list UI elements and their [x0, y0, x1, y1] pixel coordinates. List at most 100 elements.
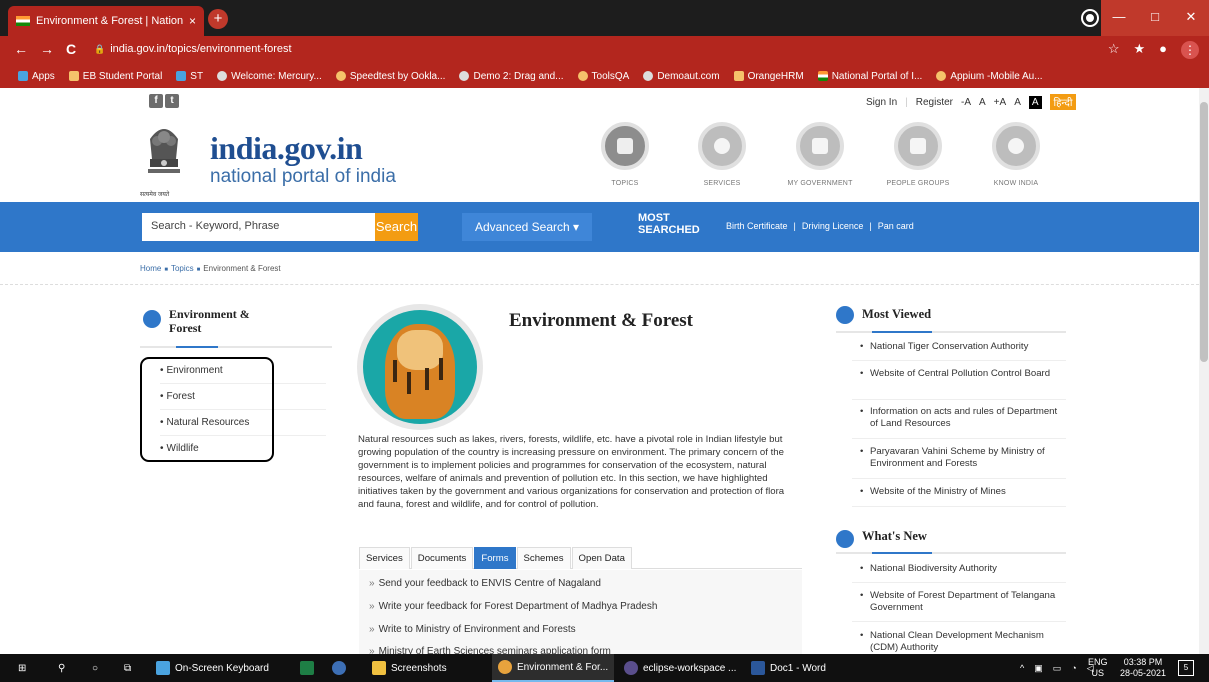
bookmark-item[interactable]: Demoaut.com	[643, 71, 720, 82]
tab-close-icon[interactable]: ×	[189, 14, 196, 28]
new-tab-button[interactable]: +	[208, 9, 228, 29]
notification-center-button[interactable]: 5	[1178, 660, 1194, 676]
government-building-icon	[796, 122, 844, 170]
contrast-normal-button[interactable]: A	[1014, 97, 1021, 108]
bookmark-item[interactable]: Appium -Mobile Au...	[936, 71, 1043, 82]
most-viewed-item[interactable]: Paryavaran Vahini Scheme by Ministry of …	[860, 446, 1065, 470]
taskbar-item-onscreen-keyboard[interactable]: On-Screen Keyboard	[150, 654, 275, 682]
network-icon[interactable]: ◔	[1071, 663, 1076, 673]
taskbar-item-screenshots[interactable]: Screenshots	[366, 654, 453, 682]
bookmark-item[interactable]: OrangeHRM	[733, 71, 804, 82]
bookmark-item[interactable]: EB Student Portal	[68, 71, 162, 82]
bookmark-item[interactable]: Demo 2: Drag and...	[459, 71, 564, 82]
highlight-annotation-box	[140, 357, 274, 462]
most-viewed-item[interactable]: Website of Central Pollution Control Boa…	[860, 368, 1065, 380]
twitter-icon[interactable]: t	[165, 94, 179, 108]
category-services[interactable]: SERVICES	[682, 122, 762, 187]
taskbar-item-excel[interactable]	[294, 654, 320, 682]
divider	[0, 284, 1199, 285]
pan-card-link[interactable]: Pan card	[878, 221, 914, 231]
tab-documents[interactable]: Documents	[410, 547, 474, 569]
font-increase-button[interactable]: +A	[994, 97, 1007, 108]
whats-new-item[interactable]: Website of Forest Department of Telangan…	[860, 590, 1065, 614]
most-viewed-item[interactable]: Website of the Ministry of Mines	[860, 486, 1065, 498]
window-maximize-button[interactable]: □	[1137, 0, 1173, 36]
national-emblem-icon[interactable]	[140, 119, 188, 189]
bookmark-apps[interactable]: Apps	[18, 71, 55, 82]
taskbar-item-eclipse[interactable]: eclipse-workspace ...	[618, 654, 742, 682]
driving-licence-link[interactable]: Driving Licence	[802, 221, 864, 231]
page-scrollbar[interactable]	[1199, 88, 1209, 654]
tab-open-data[interactable]: Open Data	[571, 547, 632, 569]
tab-forms[interactable]: Forms	[474, 547, 516, 569]
bookmark-item[interactable]: ST	[176, 71, 203, 82]
clock[interactable]: 03:38 PM 28-05-2021	[1120, 657, 1166, 679]
tab-services[interactable]: Services	[359, 547, 410, 569]
list-item[interactable]: » Send your feedback to ENVIS Centre of N…	[369, 578, 601, 589]
category-my-government[interactable]: MY GOVERNMENT	[780, 122, 860, 187]
whats-new-item[interactable]: National Clean Development Mechanism (CD…	[860, 630, 1065, 654]
start-button[interactable]: ⊞	[12, 654, 32, 682]
bookmark-item[interactable]: Speedtest by Ookla...	[335, 71, 445, 82]
web-page: f t Sign In | Register -A A +A A A हिन्द…	[0, 88, 1199, 654]
search-input[interactable]: Search - Keyword, Phrase	[142, 213, 375, 241]
scrollbar-thumb[interactable]	[1200, 102, 1208, 362]
category-topics[interactable]: TOPICS	[585, 122, 665, 187]
gear-icon	[577, 71, 588, 81]
breadcrumb-topics[interactable]: Topics	[171, 264, 194, 273]
extensions-icon[interactable]: ★	[1133, 41, 1145, 59]
services-gear-icon	[698, 122, 746, 170]
windows-taskbar: ⊞ ⚲ ○ ⧉ On-Screen Keyboard Screenshots E…	[0, 654, 1209, 682]
list-item[interactable]: » Write to Ministry of Environment and Fo…	[369, 624, 576, 635]
whats-new-item[interactable]: National Biodiversity Authority	[860, 563, 1065, 575]
bookmark-item[interactable]: Welcome: Mercury...	[217, 71, 322, 82]
divider: |	[869, 221, 872, 231]
list-item[interactable]: » Ministry of Earth Sciences seminars app…	[369, 646, 611, 654]
cortana-button[interactable]: ○	[86, 654, 104, 682]
sign-in-link[interactable]: Sign In	[866, 97, 897, 108]
search-button[interactable]: Search	[375, 213, 418, 241]
taskbar-item-app[interactable]	[326, 654, 352, 682]
battery-icon[interactable]: ▭	[1053, 663, 1062, 674]
chevron-up-icon[interactable]: ^	[1020, 663, 1024, 673]
window-close-button[interactable]: ✕	[1173, 0, 1209, 36]
bookmark-star-icon[interactable]: ☆	[1108, 41, 1120, 59]
hindi-language-button[interactable]: हिन्दी	[1049, 94, 1077, 110]
window-minimize-button[interactable]: —	[1101, 0, 1137, 36]
accessibility-bar: Sign In | Register -A A +A A A हिन्दी	[866, 94, 1077, 110]
tab-schemes[interactable]: Schemes	[516, 547, 571, 569]
taskbar-item-chrome[interactable]: Environment & For...	[492, 654, 615, 682]
contrast-high-button[interactable]: A	[1028, 95, 1042, 109]
font-normal-button[interactable]: A	[979, 97, 986, 108]
reload-button[interactable]: C	[66, 41, 76, 57]
font-decrease-button[interactable]: -A	[961, 97, 971, 108]
back-button[interactable]: ←	[14, 41, 28, 57]
search-taskbar-button[interactable]: ⚲	[52, 654, 71, 682]
bookmark-item[interactable]: National Portal of I...	[817, 71, 922, 82]
register-link[interactable]: Register	[916, 97, 953, 108]
category-know-india[interactable]: KNOW INDIA	[976, 122, 1056, 187]
content-tabs: Services Documents Forms Schemes Open Da…	[359, 547, 802, 569]
site-logo-title[interactable]: india.gov.in	[210, 130, 363, 167]
forward-button[interactable]: →	[40, 41, 54, 57]
task-view-button[interactable]: ⧉	[118, 654, 137, 682]
url-field[interactable]: 🔒 india.gov.in/topics/environment-forest	[94, 43, 292, 55]
avatar[interactable]: ●	[1159, 41, 1167, 59]
utility-strip: f t Sign In | Register -A A +A A A हिन्द…	[0, 88, 1199, 116]
bookmark-item[interactable]: ToolsQA	[577, 71, 629, 82]
birth-certificate-link[interactable]: Birth Certificate	[726, 221, 788, 231]
most-viewed-item[interactable]: Information on acts and rules of Departm…	[860, 406, 1065, 430]
browser-tab-active[interactable]: Environment & Forest | National ×	[8, 6, 204, 36]
breadcrumb-home[interactable]: Home	[140, 264, 161, 273]
list-item[interactable]: » Write your feedback for Forest Departme…	[369, 601, 657, 612]
advanced-search-dropdown[interactable]: Advanced Search ▾	[462, 213, 592, 241]
category-people-groups[interactable]: PEOPLE GROUPS	[878, 122, 958, 187]
language-indicator[interactable]: ENG US	[1088, 657, 1108, 679]
browser-menu-icon[interactable]: ⋮	[1181, 41, 1199, 59]
profile-indicator-icon[interactable]	[1083, 11, 1097, 25]
appium-icon	[936, 71, 947, 81]
facebook-icon[interactable]: f	[149, 94, 163, 108]
most-viewed-item[interactable]: National Tiger Conservation Authority	[860, 341, 1065, 353]
tray-app-icon[interactable]: ▣	[1034, 663, 1043, 674]
taskbar-item-word[interactable]: Doc1 - Word	[745, 654, 832, 682]
